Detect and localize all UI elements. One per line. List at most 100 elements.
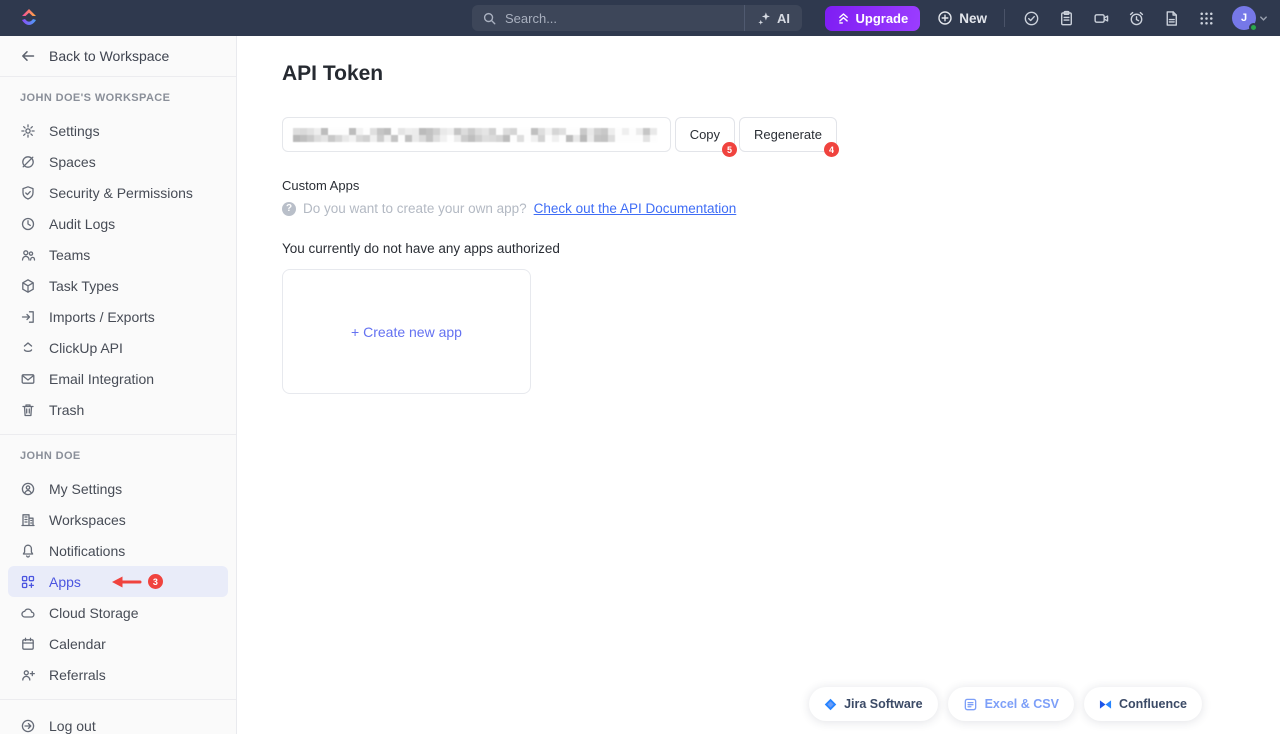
main-content: API Token Copy 5 Regenerate 4 Custom App… bbox=[237, 36, 1280, 734]
sparkle-icon bbox=[757, 11, 772, 26]
sidebar-item-workspaces[interactable]: Workspaces bbox=[0, 504, 236, 535]
pill-label: Jira Software bbox=[844, 697, 923, 711]
create-new-app-link[interactable]: + Create new app bbox=[351, 324, 462, 340]
copy-label: Copy bbox=[690, 127, 720, 142]
upgrade-button[interactable]: Upgrade bbox=[825, 6, 921, 31]
create-app-card[interactable]: + Create new app bbox=[282, 269, 531, 394]
ai-button[interactable]: AI bbox=[744, 5, 802, 31]
new-label: New bbox=[959, 11, 987, 26]
check-circle-icon[interactable] bbox=[1022, 9, 1040, 27]
jira-logo-icon bbox=[824, 698, 837, 711]
jira-software-button[interactable]: Jira Software bbox=[809, 687, 938, 721]
calendar-icon bbox=[20, 636, 36, 652]
custom-apps-question: Do you want to create your own app? bbox=[303, 201, 527, 216]
video-camera-icon[interactable] bbox=[1092, 9, 1110, 27]
sidebar-item-cloud-storage[interactable]: Cloud Storage bbox=[0, 597, 236, 628]
pill-label: Confluence bbox=[1119, 697, 1187, 711]
api-token-field[interactable] bbox=[282, 117, 671, 152]
search-bar[interactable]: AI bbox=[472, 5, 802, 31]
settings-sidebar: Back to Workspace JOHN DOE'S WORKSPACE S… bbox=[0, 36, 237, 734]
item-label: Cloud Storage bbox=[49, 605, 139, 621]
trash-icon bbox=[20, 402, 36, 418]
envelope-icon bbox=[20, 371, 36, 387]
search-input[interactable] bbox=[505, 11, 744, 26]
bell-icon bbox=[20, 543, 36, 559]
annotation-arrow-left bbox=[104, 575, 144, 589]
sidebar-item-audit-logs[interactable]: Audit Logs bbox=[0, 208, 236, 239]
item-label: Imports / Exports bbox=[49, 309, 155, 325]
divider bbox=[0, 434, 236, 435]
sidebar-item-referrals[interactable]: Referrals bbox=[0, 659, 236, 690]
top-bar: AI Upgrade New bbox=[0, 0, 1280, 36]
back-label: Back to Workspace bbox=[49, 48, 169, 64]
sidebar-item-imports-exports[interactable]: Imports / Exports bbox=[0, 301, 236, 332]
shield-check-icon bbox=[20, 185, 36, 201]
import-arrow-icon bbox=[20, 309, 36, 325]
clickup-logo-icon[interactable] bbox=[16, 5, 42, 31]
user-menu[interactable]: J bbox=[1232, 6, 1268, 30]
sidebar-item-teams[interactable]: Teams bbox=[0, 239, 236, 270]
sidebar-item-calendar[interactable]: Calendar bbox=[0, 628, 236, 659]
sidebar-item-apps[interactable]: Apps 3 bbox=[8, 566, 228, 597]
sidebar-item-task-types[interactable]: Task Types bbox=[0, 270, 236, 301]
item-label: Referrals bbox=[49, 667, 106, 683]
no-apps-message: You currently do not have any apps autho… bbox=[282, 241, 1280, 256]
item-label: Notifications bbox=[49, 543, 125, 559]
sidebar-item-email-integration[interactable]: Email Integration bbox=[0, 363, 236, 394]
sidebar-item-clickup-api[interactable]: ClickUp API bbox=[0, 332, 236, 363]
page-title: API Token bbox=[282, 62, 1280, 86]
item-label: Spaces bbox=[49, 154, 96, 170]
search-icon bbox=[482, 11, 497, 26]
api-token-value-redacted bbox=[293, 128, 657, 142]
avatar-initial: J bbox=[1241, 12, 1247, 24]
sidebar-item-spaces[interactable]: Spaces bbox=[0, 146, 236, 177]
cube-icon bbox=[20, 278, 36, 294]
gauge-clock-icon bbox=[20, 216, 36, 232]
apps-grid-plus-icon bbox=[20, 574, 36, 590]
item-label: Email Integration bbox=[49, 371, 154, 387]
confluence-logo-icon bbox=[1099, 698, 1112, 711]
divider bbox=[0, 699, 236, 700]
user-section-label: JOHN DOE bbox=[20, 450, 216, 462]
back-to-workspace[interactable]: Back to Workspace bbox=[0, 36, 236, 77]
item-label: Task Types bbox=[49, 278, 119, 294]
workspace-section-label: JOHN DOE'S WORKSPACE bbox=[20, 92, 216, 104]
sidebar-item-notifications[interactable]: Notifications bbox=[0, 535, 236, 566]
item-label: ClickUp API bbox=[49, 340, 123, 356]
arrow-left-icon bbox=[20, 48, 36, 64]
sidebar-item-logout[interactable]: Log out bbox=[0, 709, 236, 734]
people-icon bbox=[20, 247, 36, 263]
sidebar-item-trash[interactable]: Trash bbox=[0, 394, 236, 425]
item-label: Security & Permissions bbox=[49, 185, 193, 201]
document-icon[interactable] bbox=[1162, 9, 1180, 27]
building-icon bbox=[20, 512, 36, 528]
new-button[interactable]: New bbox=[937, 10, 987, 26]
cloud-icon bbox=[20, 605, 36, 621]
copy-button[interactable]: Copy 5 bbox=[675, 117, 735, 152]
api-token-row: Copy 5 Regenerate 4 bbox=[282, 117, 837, 152]
chevron-down-icon bbox=[1259, 14, 1268, 23]
api-documentation-link[interactable]: Check out the API Documentation bbox=[534, 201, 737, 216]
custom-apps-section: Custom Apps ? Do you want to create your… bbox=[282, 178, 1280, 394]
alarm-clock-icon[interactable] bbox=[1127, 9, 1145, 27]
item-label: Audit Logs bbox=[49, 216, 115, 232]
upgrade-icon bbox=[837, 12, 850, 25]
integration-shortcuts: Jira Software Excel & CSV Confluence bbox=[809, 687, 1202, 721]
sidebar-item-my-settings[interactable]: My Settings bbox=[0, 473, 236, 504]
planet-icon bbox=[20, 154, 36, 170]
clipboard-icon[interactable] bbox=[1057, 9, 1075, 27]
logout-icon bbox=[20, 718, 36, 734]
app-grid-icon[interactable] bbox=[1197, 9, 1215, 27]
regenerate-button[interactable]: Regenerate 4 bbox=[739, 117, 837, 152]
divider bbox=[1004, 9, 1005, 27]
sidebar-item-security-permissions[interactable]: Security & Permissions bbox=[0, 177, 236, 208]
item-label: Trash bbox=[49, 402, 84, 418]
online-status-dot bbox=[1249, 23, 1258, 32]
confluence-button[interactable]: Confluence bbox=[1084, 687, 1202, 721]
excel-file-icon bbox=[963, 697, 978, 712]
sidebar-item-settings[interactable]: Settings bbox=[0, 115, 236, 146]
item-label: Teams bbox=[49, 247, 90, 263]
item-label: Workspaces bbox=[49, 512, 126, 528]
custom-apps-title: Custom Apps bbox=[282, 178, 1280, 193]
excel-csv-button[interactable]: Excel & CSV bbox=[948, 687, 1074, 721]
